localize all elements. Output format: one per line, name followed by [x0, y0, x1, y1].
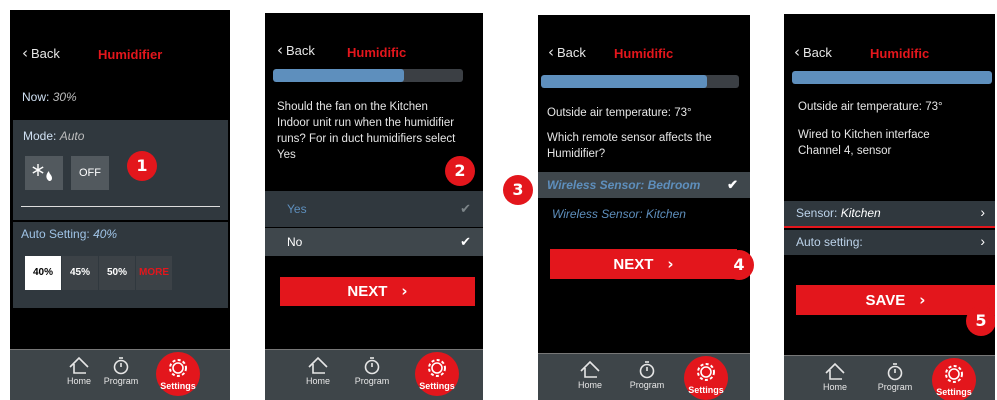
mode-panel: Mode: Auto OFF	[13, 120, 228, 220]
screen-sensor-select: ‹ Back Humidific Outside air temperature…	[538, 15, 750, 400]
home-icon	[580, 360, 600, 378]
tab-program[interactable]: Program	[347, 352, 397, 386]
progress-fill	[541, 75, 708, 88]
divider	[21, 206, 220, 207]
chevron-right-icon: ›	[667, 255, 674, 273]
chevron-right-icon: ›	[980, 233, 985, 249]
step-badge: 5	[966, 306, 995, 336]
gear-icon	[428, 359, 446, 377]
stopwatch-icon	[364, 357, 380, 375]
tab-bar: Home Program Settings	[265, 349, 483, 400]
sensor-kitchen-option[interactable]: Wireless Sensor: Kitchen	[538, 203, 750, 227]
tab-settings[interactable]: Settings	[684, 356, 728, 400]
sensor-row[interactable]: Sensor: Kitchen ›	[784, 201, 995, 228]
tab-settings[interactable]: Settings	[932, 358, 976, 400]
check-icon: ✔	[460, 201, 471, 216]
option-no[interactable]: No ✔	[265, 228, 483, 256]
outside-temp: Outside air temperature: 73°	[798, 101, 943, 113]
progress-bar	[541, 75, 739, 88]
step-badge: 2	[445, 156, 475, 186]
check-icon: ✔	[727, 177, 738, 192]
home-icon	[69, 356, 89, 374]
save-button[interactable]: SAVE ›	[796, 285, 995, 315]
chevron-right-icon: ›	[401, 282, 408, 300]
option-50-button[interactable]: 50%	[99, 256, 135, 290]
page-title: Humidific	[347, 45, 407, 60]
screen-fan-question: ‹ Back Humidific Should the fan on the K…	[265, 13, 483, 400]
tab-bar: Home Program Settings	[10, 349, 230, 400]
home-icon	[308, 356, 328, 374]
progress-fill	[273, 69, 405, 82]
tab-settings[interactable]: Settings	[156, 352, 200, 396]
auto-setting-label: Auto Setting: 40%	[21, 227, 118, 241]
screen-humidifier-mode: ‹ Back Humidifier Now: 30% Mode: Auto OF…	[10, 10, 230, 400]
tab-home[interactable]: Home	[810, 358, 860, 392]
progress-bar	[273, 69, 463, 82]
auto-setting-row[interactable]: Auto setting: ›	[784, 230, 995, 255]
option-45-button[interactable]: 45%	[62, 256, 98, 290]
tab-home[interactable]: Home	[293, 352, 343, 386]
tab-program[interactable]: Program	[870, 358, 920, 392]
tab-home[interactable]: Home	[565, 356, 615, 390]
tab-program[interactable]: Program	[622, 356, 672, 390]
option-more-button[interactable]: MORE	[136, 256, 172, 290]
gear-icon	[945, 365, 963, 383]
page-title: Humidifier	[98, 47, 163, 62]
chevron-left-icon: ‹	[277, 41, 283, 59]
now-reading: Now: 30%	[22, 90, 77, 104]
chevron-left-icon: ‹	[548, 43, 554, 61]
question-text: Should the fan on the Kitchen Indoor uni…	[277, 101, 456, 161]
home-icon	[825, 362, 845, 380]
wired-info: Wired to Kitchen interface Channel 4, se…	[798, 129, 930, 157]
back-button[interactable]: ‹ Back	[22, 44, 60, 62]
tab-settings[interactable]: Settings	[415, 352, 459, 396]
auto-setting-panel: Auto Setting: 40% 40% 45% 50% MORE	[13, 222, 228, 308]
mode-auto-button[interactable]	[25, 156, 63, 190]
back-button[interactable]: ‹ Back	[548, 43, 586, 61]
back-button[interactable]: ‹ Back	[277, 41, 315, 59]
mode-off-button[interactable]: OFF	[71, 156, 109, 190]
chevron-left-icon: ‹	[22, 44, 28, 62]
tab-program[interactable]: Program	[96, 352, 146, 386]
chevron-left-icon: ‹	[794, 43, 800, 61]
progress-bar	[792, 71, 992, 84]
gear-icon	[697, 363, 715, 381]
sensor-bedroom-option[interactable]: Wireless Sensor: Bedroom ✔	[538, 172, 750, 198]
chevron-right-icon: ›	[980, 204, 985, 220]
question-text: Which remote sensor affects the Humidifi…	[547, 132, 712, 160]
tab-bar: Home Program Settings	[538, 353, 750, 400]
option-yes[interactable]: Yes ✔	[265, 191, 483, 227]
check-icon: ✔	[460, 234, 471, 249]
outside-temp: Outside air temperature: 73°	[547, 107, 692, 119]
tab-bar: Home Program Settings	[784, 355, 995, 400]
stopwatch-icon	[113, 357, 129, 375]
stopwatch-icon	[639, 361, 655, 379]
next-button[interactable]: NEXT ›	[280, 277, 475, 306]
back-button[interactable]: ‹ Back	[794, 43, 832, 61]
mode-label: Mode: Auto	[23, 129, 85, 143]
step-badge: 4	[724, 250, 754, 280]
gear-icon	[169, 359, 187, 377]
option-40-button[interactable]: 40%	[25, 256, 61, 290]
step-badge: 3	[503, 175, 533, 205]
snowflake-flame-icon	[32, 164, 52, 181]
next-button[interactable]: NEXT ›	[550, 249, 737, 279]
screen-summary: ‹ Back Humidific Outside air temperature…	[784, 14, 995, 400]
page-title: Humidific	[870, 46, 930, 61]
stopwatch-icon	[887, 363, 903, 381]
progress-fill	[792, 71, 992, 84]
page-title: Humidific	[614, 46, 674, 61]
step-badge: 1	[127, 151, 157, 181]
chevron-right-icon: ›	[919, 291, 926, 309]
